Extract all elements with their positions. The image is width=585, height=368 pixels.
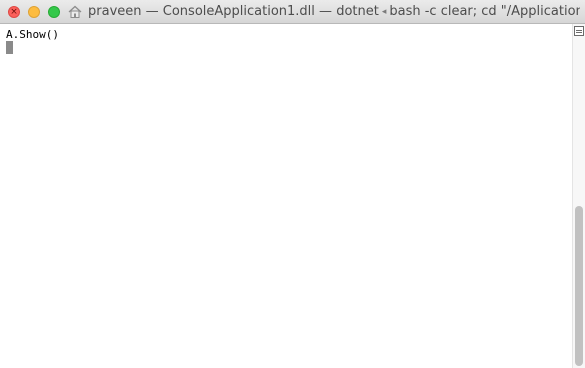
title-separator-icon: ◂ — [381, 7, 387, 17]
zoom-button[interactable] — [48, 6, 60, 18]
terminal-content[interactable]: A.Show() — [0, 24, 572, 368]
terminal-cursor — [6, 41, 13, 54]
title-file: ConsoleApplication1.dll — [162, 4, 315, 19]
terminal-window: × praveen — ConsoleApplication1.dll — do… — [0, 0, 585, 368]
title-dash: — — [319, 4, 333, 19]
split-pane-icon[interactable] — [574, 26, 584, 36]
title-process: dotnet — [336, 4, 379, 19]
title-bar[interactable]: × praveen — ConsoleApplication1.dll — do… — [0, 0, 585, 24]
terminal-output-line: A.Show() — [6, 28, 59, 41]
close-button[interactable]: × — [8, 6, 20, 18]
minimize-button[interactable] — [28, 6, 40, 18]
window-title: praveen — ConsoleApplication1.dll — dotn… — [88, 0, 580, 23]
close-icon: × — [10, 7, 18, 17]
title-dash: — — [145, 4, 159, 19]
home-folder-icon — [68, 5, 82, 18]
scroll-thumb[interactable] — [575, 206, 583, 366]
title-user: praveen — [88, 4, 142, 19]
title-command: bash -c clear; cd "/Applications/Vis... — [389, 4, 580, 19]
